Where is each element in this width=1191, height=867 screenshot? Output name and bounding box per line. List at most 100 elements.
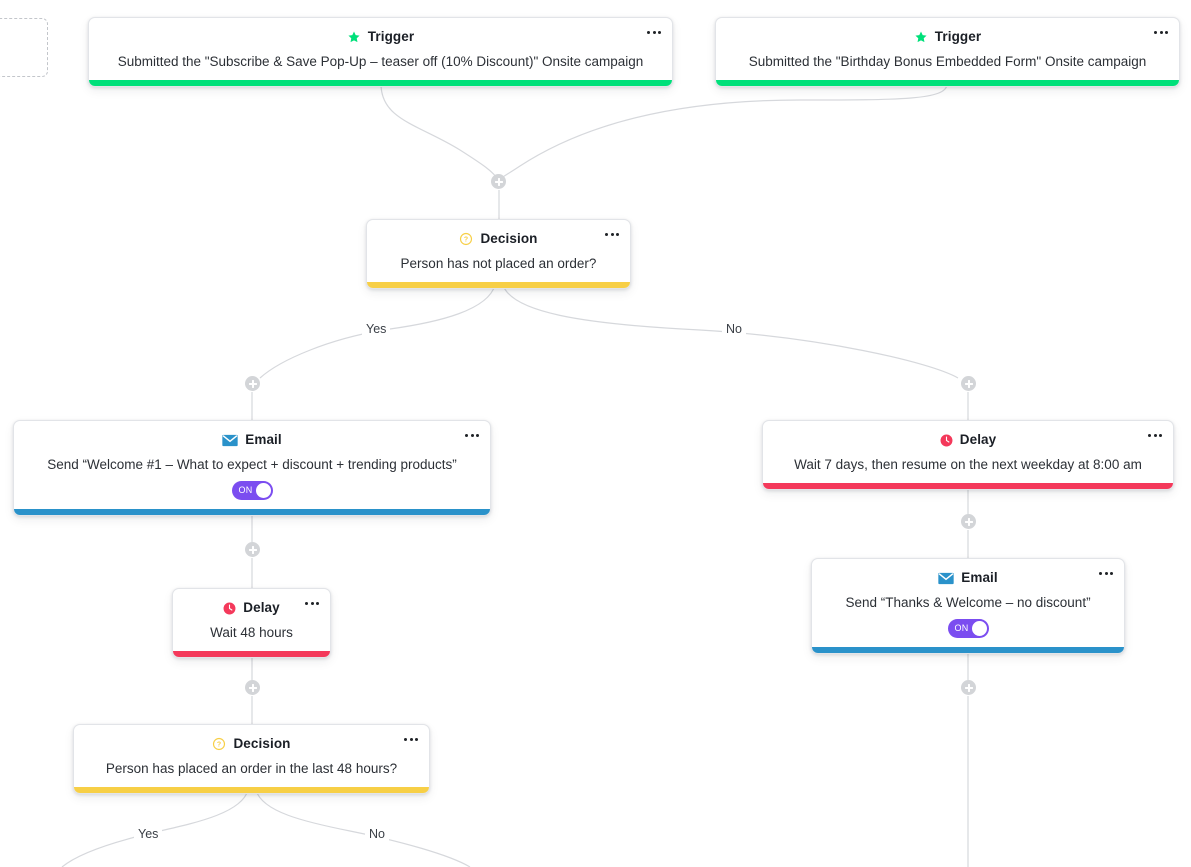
star-icon [347, 30, 361, 44]
node-menu-button[interactable] [604, 229, 620, 240]
node-accent-bar [89, 79, 672, 86]
node-title: Trigger [934, 29, 982, 45]
node-decision-placed-order-48h[interactable]: ? Decision Person has placed an order in… [73, 724, 430, 794]
dot [1165, 31, 1168, 34]
node-delay-7-days[interactable]: Delay Wait 7 days, then resume on the ne… [762, 420, 1174, 490]
node-trigger-birthday-bonus[interactable]: Trigger Submitted the "Birthday Bonus Em… [715, 17, 1180, 87]
node-title: Decision [233, 736, 291, 752]
add-step-button[interactable] [961, 514, 976, 529]
node-title: Email [245, 432, 282, 448]
email-enabled-toggle[interactable]: ON [947, 618, 989, 638]
node-header: Trigger [728, 28, 1167, 46]
node-accent-bar [716, 79, 1179, 86]
dot [1099, 572, 1102, 575]
dot [305, 602, 308, 605]
node-menu-button[interactable] [1153, 27, 1169, 38]
branch-label-yes: Yes [362, 323, 391, 336]
node-menu-button[interactable] [304, 598, 320, 609]
dot [616, 233, 619, 236]
node-title: Decision [480, 231, 538, 247]
node-email-thanks-welcome[interactable]: Email Send “Thanks & Welcome – no discou… [811, 558, 1125, 654]
envelope-icon [938, 572, 954, 585]
star-icon [914, 30, 928, 44]
node-body: ? Decision Person has not placed an orde… [367, 220, 630, 282]
clock-icon [223, 602, 236, 615]
toggle-container: ON [824, 618, 1112, 638]
node-body: Trigger Submitted the "Birthday Bonus Em… [716, 18, 1179, 80]
add-step-button[interactable] [245, 680, 260, 695]
node-description: Submitted the "Birthday Bonus Embedded F… [748, 54, 1147, 69]
add-step-button[interactable] [491, 174, 506, 189]
node-body: Email Send “Thanks & Welcome – no discou… [812, 559, 1124, 647]
branch-label-yes: Yes [134, 828, 163, 841]
dot [310, 602, 314, 605]
node-decision-not-placed-order[interactable]: ? Decision Person has not placed an orde… [366, 219, 631, 289]
node-menu-button[interactable] [464, 430, 480, 441]
node-menu-button[interactable] [1147, 430, 1163, 441]
clock-icon [940, 434, 953, 447]
node-email-welcome-1[interactable]: Email Send “Welcome #1 – What to expect … [13, 420, 491, 516]
add-step-button[interactable] [961, 376, 976, 391]
email-enabled-toggle[interactable]: ON [231, 480, 273, 500]
dot [1110, 572, 1113, 575]
node-body: Email Send “Welcome #1 – What to expect … [14, 421, 490, 509]
question-circle-icon: ? [212, 737, 226, 751]
node-delay-48-hours[interactable]: Delay Wait 48 hours [172, 588, 331, 658]
node-header: Delay [775, 431, 1161, 449]
branch-label-no: No [722, 323, 746, 336]
node-description: Wait 7 days, then resume on the next wee… [794, 457, 1142, 472]
dot [316, 602, 319, 605]
question-circle-icon: ? [459, 232, 473, 246]
node-title: Delay [243, 600, 280, 616]
node-menu-button[interactable] [646, 27, 662, 38]
node-title: Trigger [367, 29, 415, 45]
node-header: Delay [185, 599, 318, 617]
node-description: Send “Thanks & Welcome – no discount” [845, 595, 1091, 610]
dot [470, 434, 474, 437]
node-header: ? Decision [86, 735, 417, 753]
dot [404, 738, 407, 741]
dot [1153, 434, 1157, 437]
node-accent-bar [812, 646, 1124, 653]
node-menu-button[interactable] [403, 734, 419, 745]
node-title: Delay [959, 432, 997, 448]
add-step-button[interactable] [245, 542, 260, 557]
node-accent-bar [763, 482, 1173, 489]
node-body: Delay Wait 48 hours [173, 589, 330, 651]
node-header: Email [26, 431, 478, 449]
toggle-knob [255, 482, 271, 498]
node-header: Trigger [101, 28, 660, 46]
node-body: Trigger Submitted the "Subscribe & Save … [89, 18, 672, 80]
dot [647, 31, 650, 34]
branch-label-no: No [365, 828, 389, 841]
dot [605, 233, 608, 236]
node-description: Wait 48 hours [210, 625, 293, 640]
dot [1104, 572, 1108, 575]
add-step-button[interactable] [961, 680, 976, 695]
dot [610, 233, 614, 236]
node-description: Submitted the "Subscribe & Save Pop-Up –… [117, 54, 644, 69]
node-description: Person has not placed an order? [400, 256, 597, 271]
node-description: Send “Welcome #1 – What to expect + disc… [47, 457, 457, 472]
envelope-icon [222, 434, 238, 447]
add-step-button[interactable] [245, 376, 260, 391]
clipped-node-left[interactable]: w [0, 18, 48, 77]
node-trigger-subscribe-save[interactable]: Trigger Submitted the "Subscribe & Save … [88, 17, 673, 87]
svg-text:?: ? [217, 742, 221, 749]
dot [658, 31, 661, 34]
node-accent-bar [367, 281, 630, 288]
node-header: ? Decision [379, 230, 618, 248]
flow-canvas[interactable]: w Trigger Submitted the "Subscribe & Sav… [0, 0, 1191, 867]
dot [409, 738, 413, 741]
dot [1154, 31, 1157, 34]
dot [1148, 434, 1151, 437]
dot [652, 31, 656, 34]
dot [476, 434, 479, 437]
node-accent-bar [74, 786, 429, 793]
svg-text:?: ? [464, 237, 468, 244]
node-body: ? Decision Person has placed an order in… [74, 725, 429, 787]
dot [1159, 434, 1162, 437]
node-accent-bar [173, 650, 330, 657]
node-menu-button[interactable] [1098, 568, 1114, 579]
toggle-state-label: ON [238, 485, 253, 496]
